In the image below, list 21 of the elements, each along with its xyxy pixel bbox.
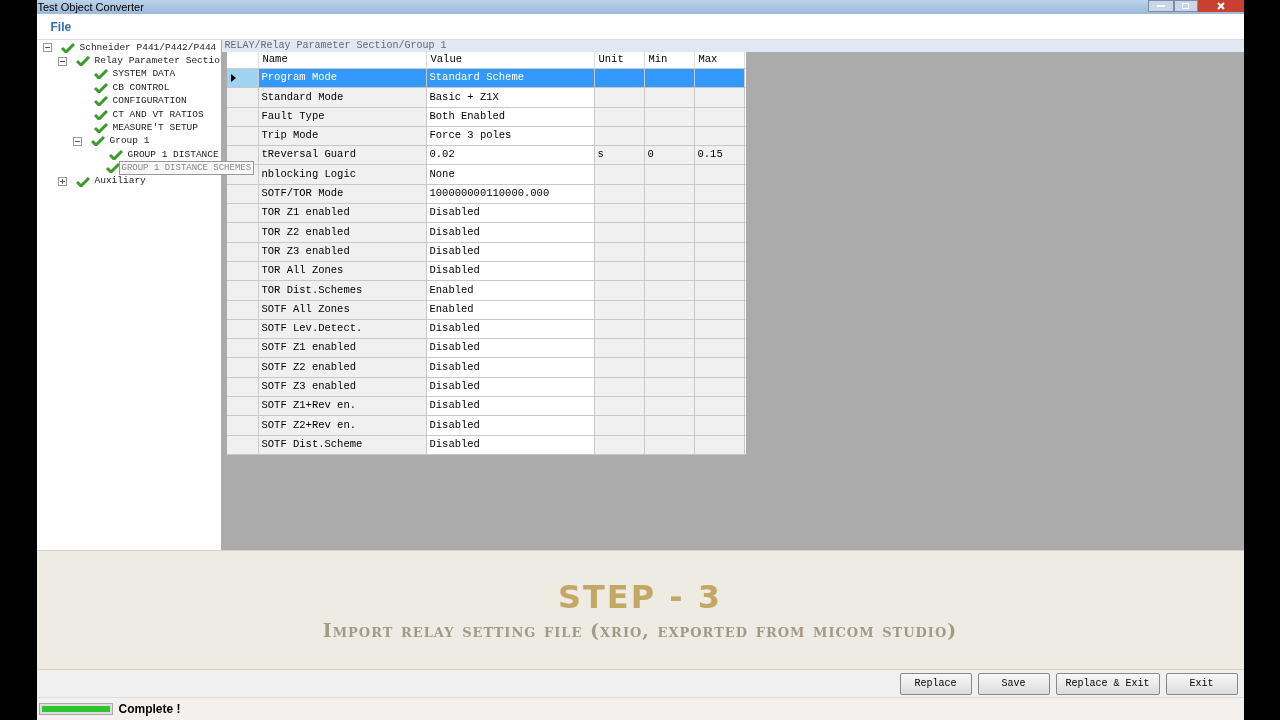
table-cell: nblocking Logic: [258, 165, 427, 184]
path-label: RELAY/Relay Parameter Section/Group 1: [224, 41, 447, 51]
table-cell: SOTF Z1+Rev en.: [258, 397, 427, 416]
table-cell: Standard Scheme: [426, 69, 595, 88]
window-title: Test Object Converter: [36, 1, 144, 13]
table-cell: s: [594, 146, 645, 165]
table-cell: SOTF Z2 enabled: [258, 358, 427, 377]
table-cell: TOR Dist.Schemes: [258, 281, 427, 300]
table-cell: SOTF Z1 enabled: [258, 339, 427, 358]
table-cell: SOTF Z2+Rev en.: [258, 416, 427, 435]
table-cell: TOR Z2 enabled: [258, 223, 427, 242]
table-cell: TOR Z1 enabled: [258, 204, 427, 223]
banner-title: STEP - 3: [558, 577, 722, 618]
table-cell: tReversal Guard: [258, 146, 427, 165]
table-cell: Program Mode: [258, 69, 427, 88]
banner-subtitle: Import relay setting file (xrio, exported from micom studio): [322, 619, 958, 643]
status-text: Complete !: [118, 701, 181, 718]
table-cell: 0: [644, 146, 695, 165]
tooltip: GROUP 1 DISTANCE SCHEMES: [118, 160, 255, 175]
table-cell: Standard Mode: [258, 88, 427, 107]
table-cell: 0.15: [694, 146, 745, 165]
